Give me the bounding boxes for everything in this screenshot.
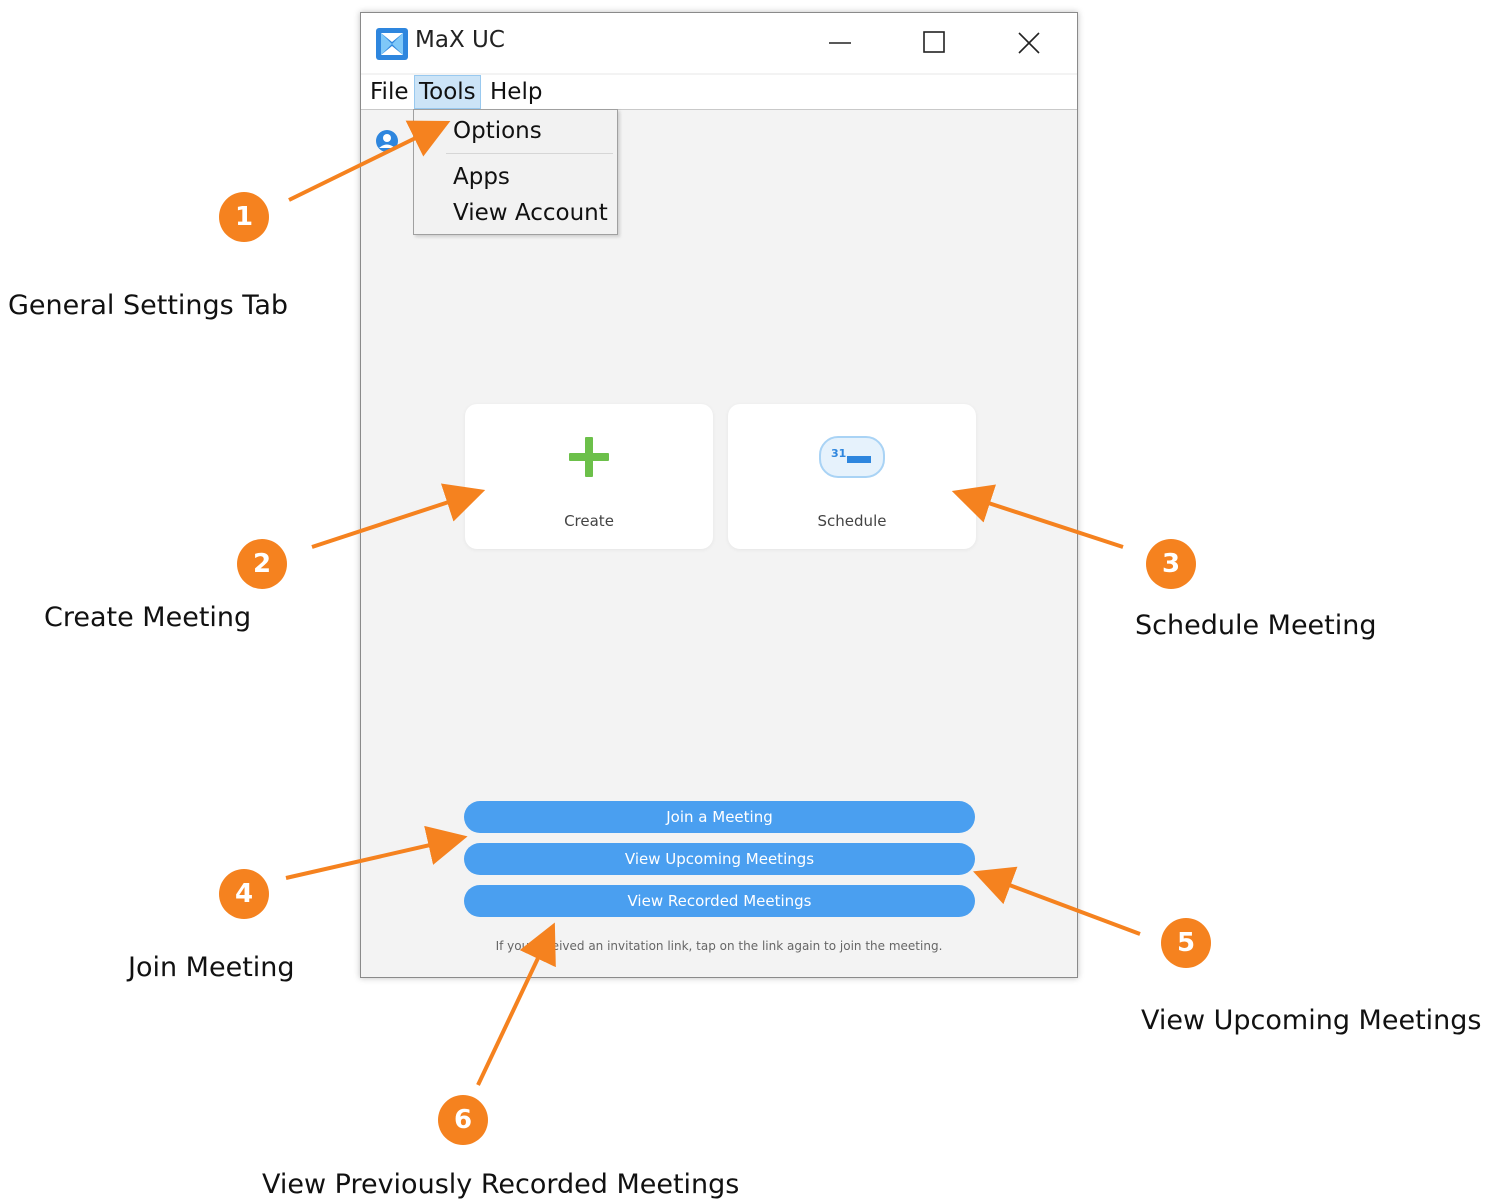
callout-label-2: Create Meeting — [44, 602, 252, 633]
user-avatar-icon[interactable] — [375, 129, 399, 153]
menu-tools[interactable]: Tools — [414, 75, 481, 109]
callout-badge-3: 3 — [1146, 539, 1196, 589]
callout-label-4: Join Meeting — [128, 952, 295, 983]
plus-icon — [569, 437, 609, 477]
menu-item-options[interactable]: Options — [453, 118, 542, 144]
callout-badge-6: 6 — [438, 1095, 488, 1145]
callout-label-6: View Previously Recorded Meetings — [262, 1169, 740, 1200]
minimize-icon — [829, 42, 851, 44]
close-icon — [1018, 32, 1040, 54]
callout-badge-5: 5 — [1161, 918, 1211, 968]
title-bar[interactable]: MaX UC — [361, 13, 1077, 73]
view-upcoming-meetings-button[interactable]: View Upcoming Meetings — [464, 843, 975, 875]
menu-item-apps[interactable]: Apps — [453, 164, 510, 190]
schedule-meeting-card[interactable]: 31 Schedule — [728, 404, 976, 549]
callout-badge-4: 4 — [219, 869, 269, 919]
menu-bar: File Tools Help — [361, 75, 1077, 110]
callout-label-3: Schedule Meeting — [1135, 610, 1377, 641]
menu-file[interactable]: File — [366, 75, 413, 109]
join-meeting-button[interactable]: Join a Meeting — [464, 801, 975, 833]
maximize-button[interactable] — [905, 13, 965, 73]
callout-label-1: General Settings Tab — [8, 290, 289, 321]
callout-badge-2: 2 — [237, 539, 287, 589]
calendar-icon: 31 — [819, 436, 885, 478]
schedule-label: Schedule — [817, 512, 887, 530]
tools-dropdown-menu: Options Apps View Account — [413, 109, 618, 235]
invitation-hint-text: If you received an invitation link, tap … — [495, 939, 943, 953]
calendar-day-label: 31 — [831, 447, 846, 460]
create-meeting-card[interactable]: Create — [465, 404, 713, 549]
view-recorded-meetings-button[interactable]: View Recorded Meetings — [464, 885, 975, 917]
menu-item-view-account[interactable]: View Account — [453, 200, 608, 226]
app-logo-icon — [376, 28, 408, 60]
maximize-icon — [923, 31, 945, 53]
menu-help[interactable]: Help — [486, 75, 546, 109]
menu-separator — [446, 153, 613, 154]
close-button[interactable] — [999, 13, 1059, 73]
create-label: Create — [564, 512, 614, 530]
callout-label-5: View Upcoming Meetings — [1141, 1005, 1482, 1036]
app-title: MaX UC — [415, 27, 505, 53]
minimize-button[interactable] — [811, 13, 871, 73]
callout-badge-1: 1 — [219, 192, 269, 242]
app-window: MaX UC File Tools Help Options Apps View… — [360, 12, 1078, 978]
